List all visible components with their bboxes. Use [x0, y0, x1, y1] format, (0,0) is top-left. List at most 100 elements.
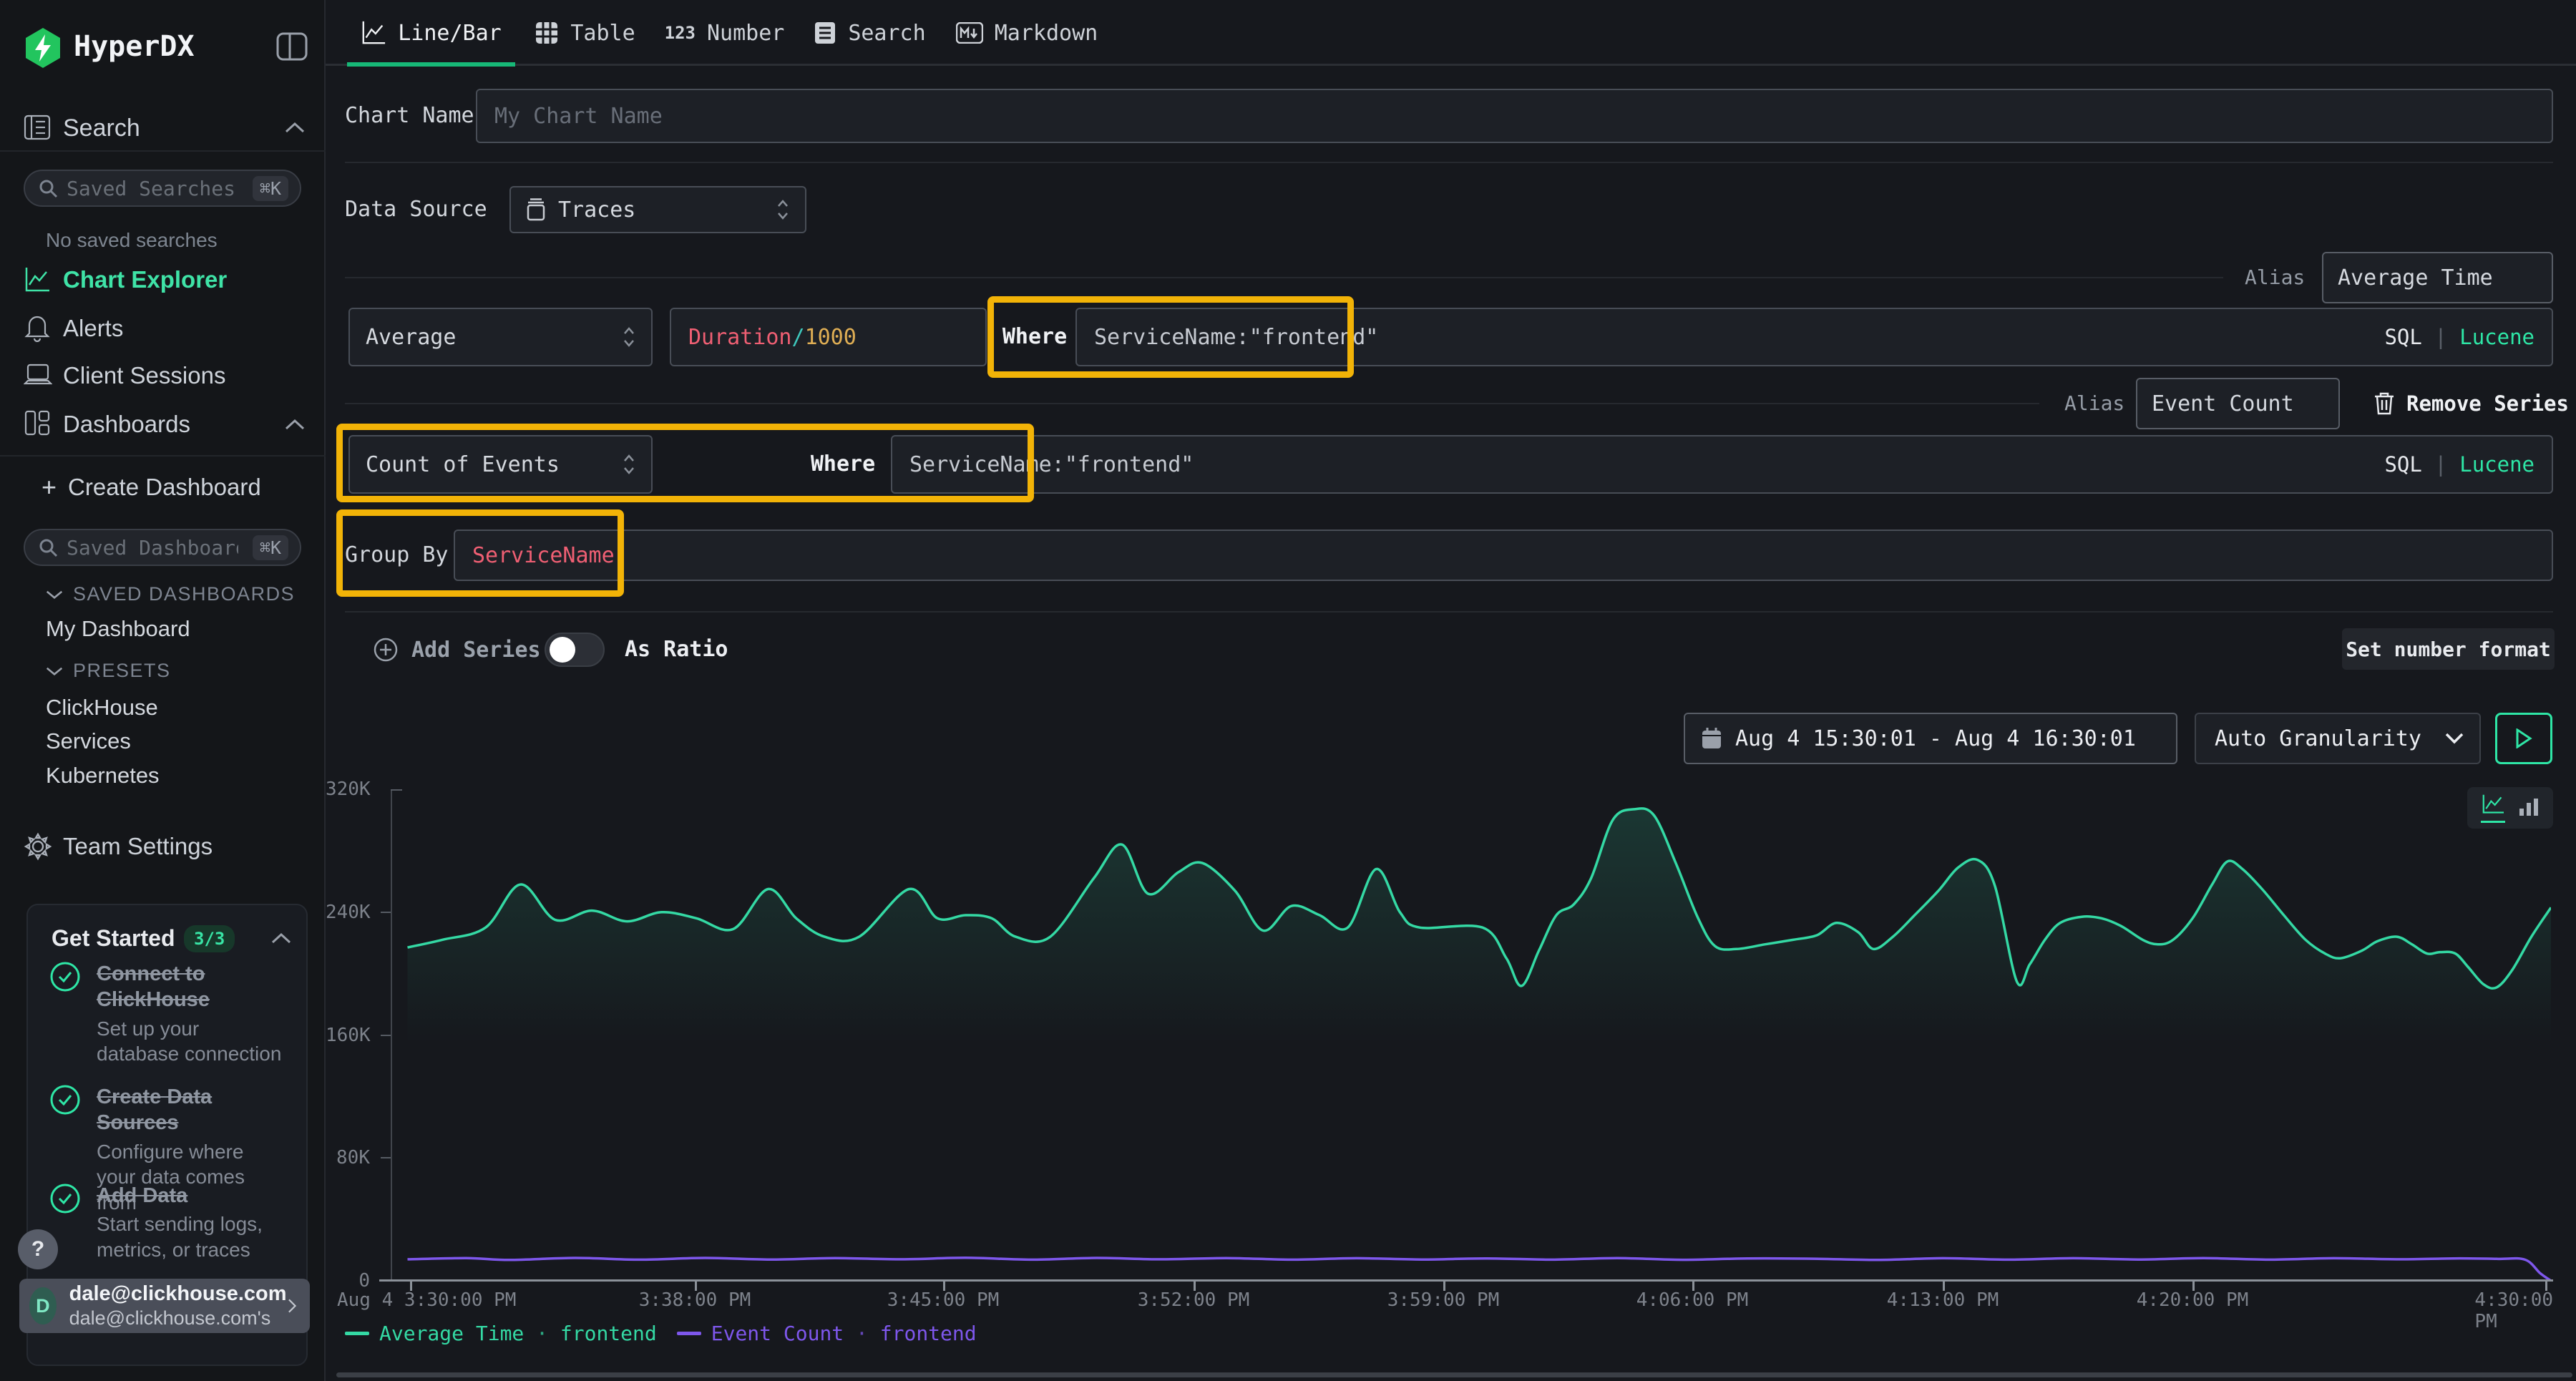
search-section-collapse-icon[interactable] — [285, 122, 305, 136]
tab-number[interactable]: 123 Number — [662, 0, 787, 66]
shortcut-badge: ⌘K — [253, 535, 288, 560]
tab-table[interactable]: Table — [533, 0, 637, 66]
group-by-input[interactable]: ServiceName — [454, 530, 2553, 581]
remove-series-button[interactable]: Remove Series — [2373, 378, 2569, 429]
create-dashboard-button[interactable]: + Create Dashboard — [42, 472, 261, 502]
series-1-field-input[interactable]: Duration/1000 — [670, 308, 987, 366]
hyperdx-logo-icon — [24, 27, 62, 72]
add-series-button[interactable]: Add Series — [373, 630, 541, 670]
saved-searches-input[interactable] — [67, 177, 238, 200]
saved-searches-searchbox[interactable]: ⌘K — [24, 170, 301, 207]
shortcut-badge: ⌘K — [253, 176, 288, 201]
app-title: HyperDX — [74, 30, 195, 63]
divider — [345, 611, 2553, 613]
sidebar-section-search[interactable]: Search — [63, 114, 140, 142]
chart-type-tabbar: Line/Bar Table 123 Number Search — [326, 0, 2576, 66]
series-1-where-input[interactable]: ServiceName:"frontend" SQL | Lucene — [1075, 308, 2553, 366]
group-by-label: Group By — [345, 530, 449, 581]
legend-item-average-time[interactable]: Average Time · frontend — [379, 1322, 657, 1345]
trash-icon — [2373, 391, 2395, 416]
as-ratio-toggle[interactable] — [545, 633, 605, 667]
help-button[interactable]: ? — [18, 1229, 58, 1269]
presets-group-header[interactable]: PRESETS — [46, 660, 171, 682]
granularity-select[interactable]: Auto Granularity — [2195, 713, 2481, 764]
sql-toggle[interactable]: SQL — [2384, 325, 2421, 349]
sidebar-item-client-sessions[interactable]: Client Sessions — [63, 362, 225, 389]
play-icon — [2515, 728, 2532, 748]
where-label: Where — [999, 308, 1070, 366]
search-icon — [38, 178, 58, 198]
table-icon — [535, 21, 559, 45]
select-chevrons-icon — [623, 454, 635, 475]
search-section-icon — [24, 113, 51, 145]
user-subtitle: dale@clickhouse.com's — [69, 1307, 287, 1329]
series-2-alias-field[interactable]: Event Count — [2136, 378, 2340, 429]
where-label: Where — [804, 435, 882, 494]
no-saved-searches-text: No saved searches — [46, 229, 218, 252]
x-tick-label: Aug 4 3:30:00 PM — [337, 1289, 516, 1311]
chart-explorer-icon — [24, 266, 51, 296]
set-number-format-button[interactable]: Set number format — [2342, 628, 2555, 670]
series-1-aggregation-select[interactable]: Average — [348, 308, 653, 366]
x-axis-line — [379, 1279, 2553, 1282]
toggle-knob — [550, 637, 575, 663]
get-started-item[interactable]: Add Data Start sending logs, metrics, or… — [49, 1183, 286, 1263]
get-started-item[interactable]: Connect to ClickHouse Set up your databa… — [49, 961, 286, 1067]
divider — [345, 277, 2223, 278]
sidebar-item-team-settings[interactable]: Team Settings — [63, 833, 213, 860]
series-2-where-input[interactable]: ServiceName:"frontend" SQL | Lucene — [891, 435, 2553, 494]
x-tick-label: 4:20:00 PM — [2137, 1289, 2249, 1311]
run-query-button[interactable] — [2495, 713, 2552, 764]
chart-name-input[interactable] — [477, 104, 2552, 129]
lucene-toggle[interactable]: Lucene — [2459, 452, 2534, 477]
collapse-sidebar-icon[interactable] — [275, 30, 308, 66]
timeseries-chart[interactable] — [379, 789, 2551, 1281]
sidebar-item-alerts[interactable]: Alerts — [63, 315, 123, 342]
get-started-collapse-icon[interactable] — [271, 932, 291, 947]
plus-icon: + — [42, 472, 57, 502]
tab-search[interactable]: Search — [811, 0, 929, 66]
sidebar-item-kubernetes[interactable]: Kubernetes — [46, 763, 160, 789]
divider — [0, 455, 326, 457]
data-source-select[interactable]: Traces — [509, 186, 806, 233]
horizontal-scrollbar[interactable] — [336, 1372, 2572, 1377]
search-icon — [38, 537, 58, 557]
sidebar-item-services[interactable]: Services — [46, 728, 131, 754]
x-tick-label: 3:45:00 PM — [887, 1289, 1000, 1311]
dashboards-grid-icon — [24, 409, 51, 439]
sql-toggle[interactable]: SQL — [2384, 452, 2421, 477]
date-range-picker[interactable]: Aug 4 15:30:01 - Aug 4 16:30:01 — [1684, 713, 2177, 764]
user-email: dale@clickhouse.com — [69, 1282, 287, 1307]
series-1-alias-field[interactable]: Average Time — [2322, 252, 2553, 303]
chevron-down-icon — [46, 666, 63, 676]
search-list-icon — [814, 21, 836, 45]
sidebar-item-chart-explorer[interactable]: Chart Explorer — [63, 266, 227, 293]
saved-dashboards-group-header[interactable]: SAVED DASHBOARDS — [46, 583, 295, 605]
tab-line-bar[interactable]: Line/Bar — [347, 0, 515, 66]
saved-dashboards-searchbox[interactable]: ⌘K — [24, 529, 301, 566]
series-2-aggregation-select[interactable]: Count of Events — [348, 435, 653, 494]
gear-icon — [24, 832, 52, 864]
chart-name-field[interactable] — [476, 89, 2553, 143]
check-circle-icon — [49, 961, 81, 992]
sidebar-item-clickhouse[interactable]: ClickHouse — [46, 695, 158, 721]
get-started-progress-badge: 3/3 — [184, 925, 235, 952]
chevron-right-icon — [287, 1294, 297, 1317]
lucene-toggle[interactable]: Lucene — [2459, 325, 2534, 349]
sidebar-item-my-dashboard[interactable]: My Dashboard — [46, 616, 190, 642]
dashboards-collapse-icon[interactable] — [285, 419, 305, 433]
legend-swatch — [677, 1332, 701, 1335]
user-menu[interactable]: D dale@clickhouse.com dale@clickhouse.co… — [19, 1279, 310, 1333]
divider — [345, 403, 2039, 404]
get-started-title: Get Started — [52, 925, 175, 952]
main-panel: Line/Bar Table 123 Number Search — [326, 0, 2576, 1381]
saved-dashboards-input[interactable] — [67, 536, 238, 560]
alias-label: Alias — [2245, 252, 2305, 303]
legend-item-event-count[interactable]: Event Count · frontend — [711, 1322, 977, 1345]
markdown-icon — [956, 22, 983, 44]
y-tick-label: 80K — [326, 1147, 370, 1168]
x-tick-label: 3:52:00 PM — [1138, 1289, 1250, 1311]
chart-legend: Average Time · frontend Event Count · fr… — [345, 1322, 977, 1345]
tab-markdown[interactable]: Markdown — [955, 0, 1098, 66]
sidebar-item-dashboards[interactable]: Dashboards — [63, 411, 190, 438]
